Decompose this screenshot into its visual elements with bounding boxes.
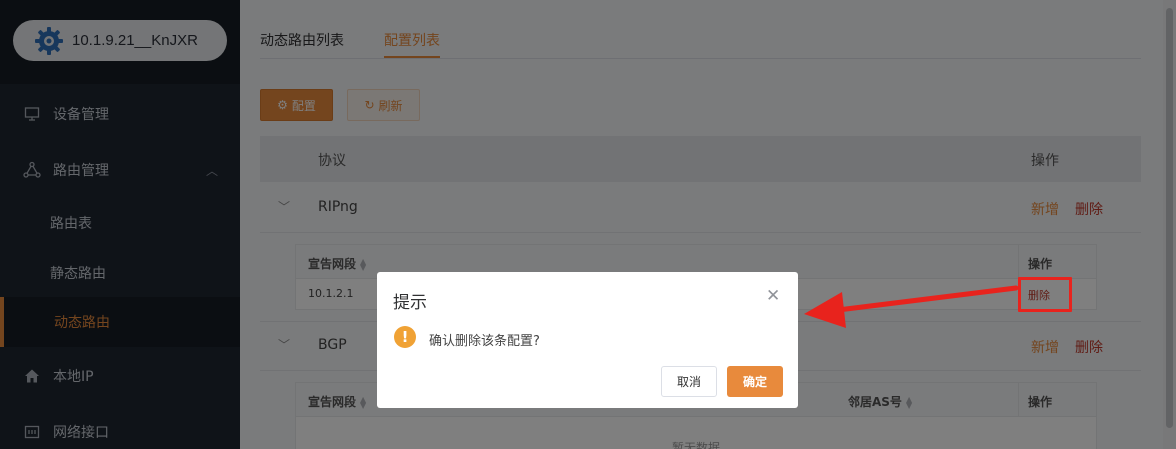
annotation-arrow-icon — [804, 285, 1019, 328]
